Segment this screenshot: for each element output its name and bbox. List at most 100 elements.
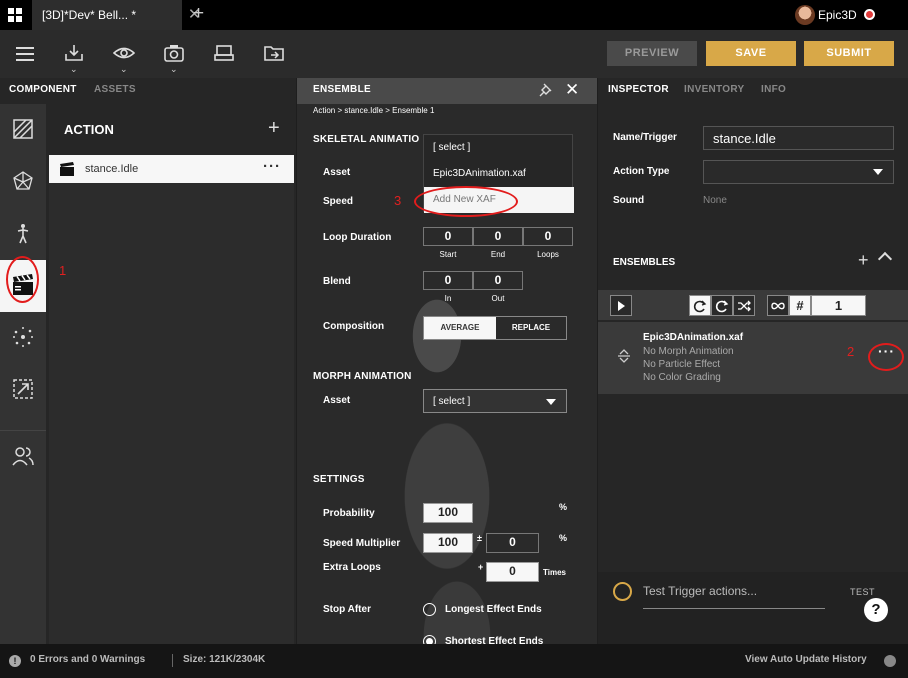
help-button[interactable]: ? — [864, 598, 888, 622]
stop-longest-label[interactable]: Longest Effect Ends — [445, 604, 542, 615]
import-icon[interactable] — [63, 44, 85, 62]
export-folder-icon[interactable] — [263, 44, 285, 62]
furniture-icon[interactable] — [213, 44, 235, 62]
document-tab[interactable]: [3D]*Dev* Bell... * — [32, 0, 182, 30]
blend-in-field[interactable]: 0 — [423, 271, 473, 290]
speed-variance-field[interactable]: 0 — [486, 533, 539, 553]
ensemble-item-color: No Color Grading — [643, 372, 721, 383]
extra-loops-unit: Times — [543, 568, 566, 577]
blend-out-field[interactable]: 0 — [473, 271, 523, 290]
import-caret-icon[interactable]: ⌄ — [70, 64, 78, 75]
test-button[interactable]: TEST — [850, 587, 875, 597]
camera-caret-icon[interactable]: ⌄ — [170, 64, 178, 75]
stop-shortest-radio[interactable] — [423, 635, 436, 644]
tab-inspector[interactable]: INSPECTOR — [608, 84, 669, 95]
tab-component[interactable]: COMPONENT — [9, 84, 77, 95]
add-ensemble-icon[interactable]: + — [858, 250, 869, 271]
menu-icon[interactable] — [14, 45, 36, 63]
blend-out-caption: Out — [491, 294, 505, 303]
list-item[interactable]: Epic3DAnimation.xaf No Morph Animation N… — [598, 322, 908, 394]
sidebar-item-transform[interactable] — [0, 364, 46, 416]
action-type-select[interactable] — [703, 160, 894, 184]
user-name[interactable]: Epic3D — [818, 8, 857, 22]
drag-handle-icon[interactable] — [617, 349, 631, 363]
morph-asset-select[interactable]: [ select ] — [423, 389, 567, 413]
view-icon[interactable] — [113, 44, 135, 62]
tab-inventory[interactable]: INVENTORY — [684, 84, 745, 95]
infinite-loop-button[interactable] — [767, 295, 789, 316]
loop-count-button[interactable]: # — [789, 295, 811, 316]
loop-end-caption: End — [490, 250, 506, 259]
shuffle-button[interactable] — [733, 295, 755, 316]
name-trigger-value: stance.Idle — [713, 131, 776, 146]
list-item[interactable]: stance.Idle ··· — [49, 155, 294, 183]
apps-grid-icon[interactable] — [8, 8, 22, 22]
document-tab-label: [3D]*Dev* Bell... * — [42, 8, 137, 22]
composition-toggle: AVERAGE REPLACE — [423, 316, 567, 340]
more-options-icon[interactable]: ··· — [263, 158, 281, 175]
texture-icon — [13, 119, 33, 139]
dropdown-item-epic3danimation[interactable]: Epic3DAnimation.xaf — [424, 161, 574, 187]
view-caret-icon[interactable]: ⌄ — [120, 64, 128, 75]
new-tab-icon[interactable]: + — [193, 3, 204, 25]
annotation-circle — [868, 343, 904, 371]
action-section-title: ACTION — [64, 122, 114, 137]
morph-animation-title: MORPH ANIMATION — [313, 371, 412, 382]
submit-button[interactable]: SUBMIT — [804, 41, 894, 66]
speed-label: Speed — [323, 196, 354, 207]
loop-count-field[interactable]: 1 — [811, 295, 866, 316]
errors-status[interactable]: 0 Errors and 0 Warnings — [30, 654, 145, 665]
save-button[interactable]: SAVE — [706, 41, 796, 66]
extra-loops-field[interactable]: 0 — [486, 562, 539, 582]
emoji-icon[interactable] — [613, 582, 632, 601]
ensemble-item-morph: No Morph Animation — [643, 346, 734, 357]
morph-select-value: [ select ] — [433, 396, 471, 407]
status-divider — [172, 654, 173, 667]
camera-icon[interactable] — [163, 44, 185, 62]
blend-label: Blend — [323, 276, 351, 287]
action-type-label: Action Type — [613, 166, 670, 177]
dropdown-item-select[interactable]: [ select ] — [424, 135, 574, 161]
probability-unit: % — [559, 502, 568, 512]
sidebar-item-textures[interactable] — [0, 104, 46, 156]
name-trigger-label: Name/Trigger — [613, 132, 677, 143]
sidebar-item-skeleton[interactable] — [0, 208, 46, 260]
update-history-link[interactable]: View Auto Update History — [745, 654, 867, 665]
size-status: Size: 121K/2304K — [183, 654, 266, 665]
test-trigger-input[interactable]: Test Trigger actions... — [643, 581, 825, 609]
sidebar-item-particles[interactable] — [0, 312, 46, 364]
composition-replace-button[interactable]: REPLACE — [496, 317, 566, 339]
stop-after-label: Stop After — [323, 604, 371, 615]
info-icon: ! — [9, 655, 21, 667]
sidebar-item-mesh[interactable] — [0, 156, 46, 208]
chevron-up-icon[interactable] — [877, 251, 893, 267]
loop-once-button[interactable] — [711, 295, 733, 316]
history-icon[interactable] — [884, 655, 896, 667]
pin-icon[interactable] — [539, 83, 552, 97]
close-icon[interactable]: ✕ — [565, 80, 579, 100]
stop-shortest-label[interactable]: Shortest Effect Ends — [445, 636, 543, 644]
name-trigger-input[interactable]: stance.Idle — [703, 126, 894, 150]
preview-button[interactable]: PREVIEW — [607, 41, 697, 66]
loop-end-field[interactable]: 0 — [473, 227, 523, 246]
loop-button[interactable] — [689, 295, 711, 316]
tab-info[interactable]: INFO — [761, 84, 786, 95]
play-button[interactable] — [610, 295, 632, 316]
avatar[interactable] — [795, 5, 815, 25]
composition-average-button[interactable]: AVERAGE — [424, 317, 496, 339]
toolbar: ⌄ ⌄ ⌄ PREVIEW SAVE SUBMIT — [0, 30, 908, 78]
stop-longest-radio[interactable] — [423, 603, 436, 616]
add-action-icon[interactable]: + — [268, 117, 280, 140]
probability-field[interactable]: 100 — [423, 503, 473, 523]
ensembles-title: ENSEMBLES — [613, 257, 676, 268]
annotation-number: 3 — [394, 193, 402, 208]
sidebar-item-users[interactable] — [0, 430, 46, 482]
loop-duration-label: Loop Duration — [323, 232, 392, 243]
refresh-icon — [693, 300, 707, 313]
loop-start-field[interactable]: 0 — [423, 227, 473, 246]
speed-multiplier-field[interactable]: 100 — [423, 533, 473, 553]
plus-sign: + — [478, 562, 484, 572]
tab-assets[interactable]: ASSETS — [94, 84, 136, 95]
loop-loops-field[interactable]: 0 — [523, 227, 573, 246]
test-trigger-bar: Test Trigger actions... TEST ? — [598, 572, 908, 644]
